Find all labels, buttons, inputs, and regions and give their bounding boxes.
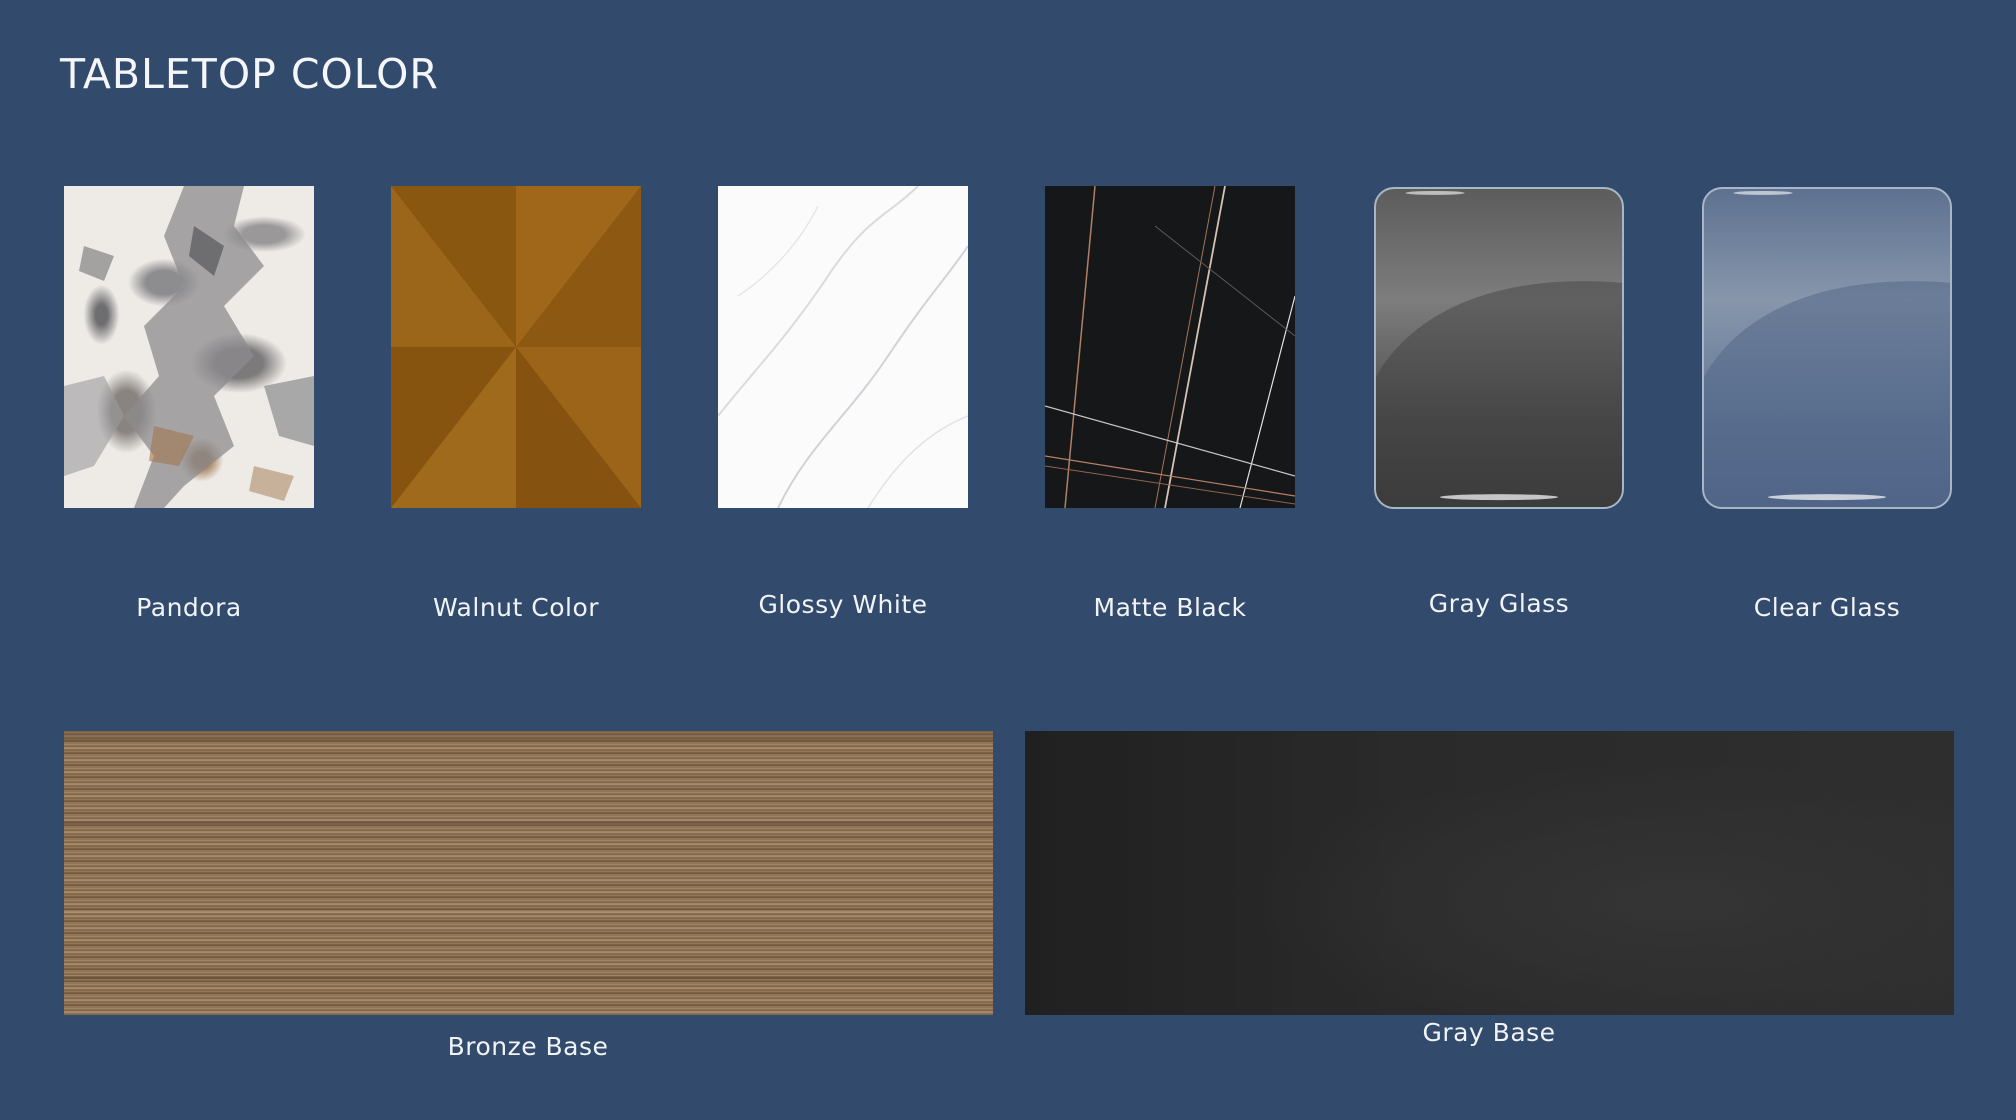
gray-glass-texture-icon — [1376, 190, 1622, 507]
page-title: TABLETOP COLOR — [60, 50, 439, 98]
black-marble-texture-icon — [1045, 186, 1295, 508]
gray-glass-swatch[interactable] — [1374, 187, 1624, 509]
base-label-gray: Gray Base — [1422, 1018, 1556, 1047]
walnut-color-swatch[interactable] — [391, 186, 641, 508]
pandora-marble-texture-icon — [64, 186, 314, 508]
walnut-veneer-texture-icon — [391, 186, 641, 508]
clear-glass-texture-icon — [1704, 190, 1950, 507]
gray-base-swatch[interactable] — [1025, 731, 1954, 1015]
pandora-swatch[interactable] — [64, 186, 314, 508]
base-label-bronze: Bronze Base — [447, 1032, 609, 1061]
clear-glass-swatch[interactable] — [1702, 187, 1952, 509]
tabletop-label-pandora: Pandora — [136, 593, 242, 622]
textured-gray-texture-icon — [1025, 731, 1954, 1015]
tabletop-label-gray-glass: Gray Glass — [1428, 589, 1570, 618]
tabletop-label-matte-black: Matte Black — [1093, 593, 1247, 622]
matte-black-swatch[interactable] — [1045, 186, 1295, 508]
glossy-white-swatch[interactable] — [718, 186, 968, 508]
tabletop-label-clear-glass: Clear Glass — [1753, 593, 1901, 622]
bronze-base-swatch[interactable] — [64, 731, 993, 1015]
tabletop-label-walnut-color: Walnut Color — [432, 593, 600, 622]
white-marble-texture-icon — [718, 186, 968, 508]
brushed-bronze-texture-icon — [64, 731, 993, 979]
tabletop-label-glossy-white: Glossy White — [758, 590, 928, 619]
